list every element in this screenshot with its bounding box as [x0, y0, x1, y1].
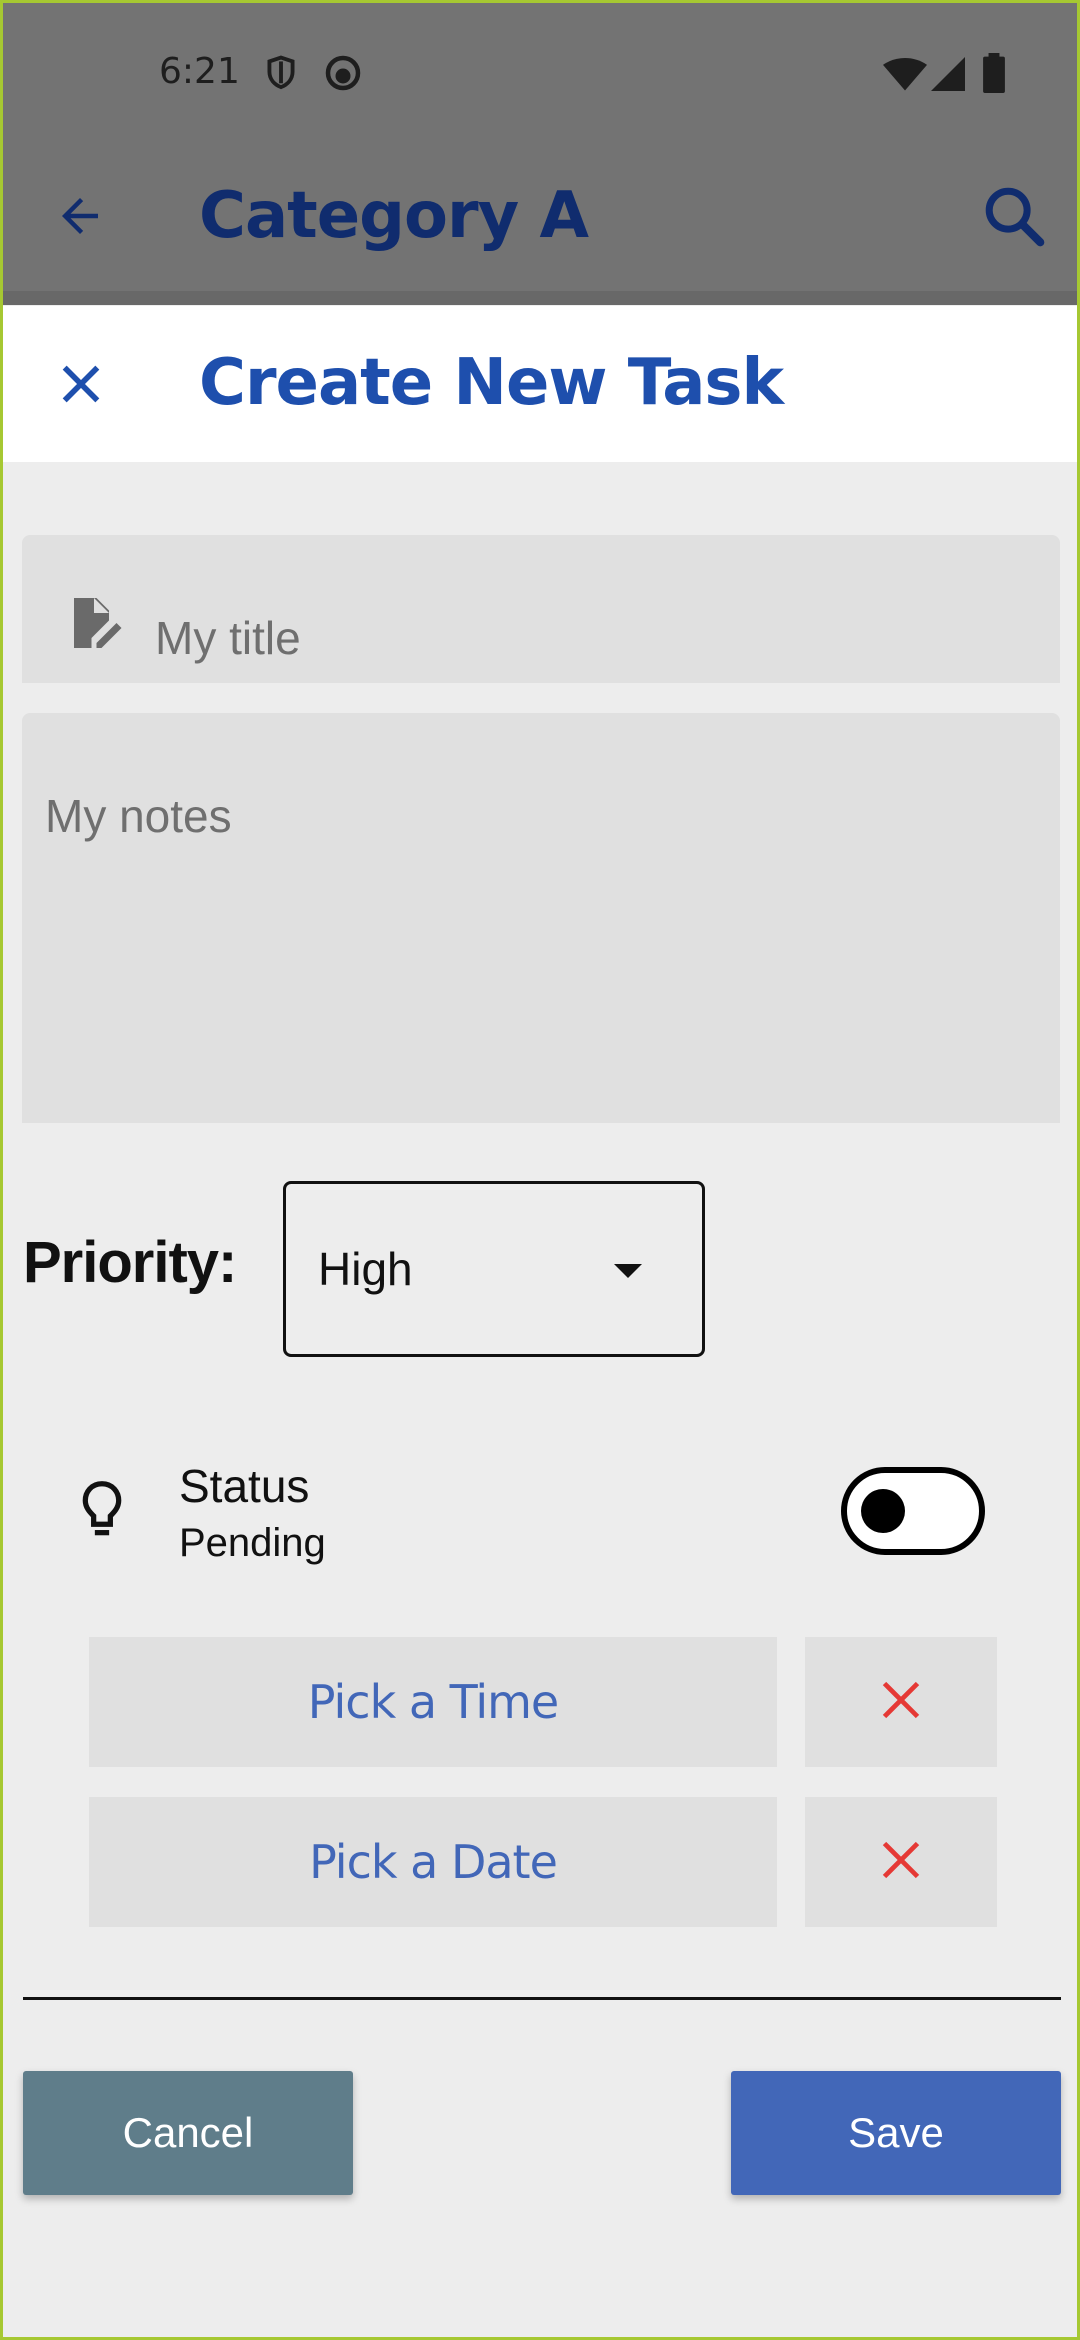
divider	[23, 1997, 1061, 2000]
status-title: Status	[179, 1460, 310, 1512]
dialog-title: Create New Task	[199, 346, 784, 420]
status-toggle[interactable]	[841, 1467, 985, 1555]
toggle-knob	[861, 1489, 905, 1533]
edit-document-icon	[64, 593, 124, 658]
save-button[interactable]: Save	[731, 2071, 1061, 2195]
battery-icon	[983, 53, 1005, 98]
close-icon[interactable]	[53, 356, 109, 417]
status-value: Pending	[179, 1521, 326, 1565]
priority-label: Priority:	[23, 1230, 237, 1295]
page-title: Category A	[199, 179, 589, 253]
clear-date-button[interactable]	[805, 1797, 997, 1927]
notes-field[interactable]: My notes	[22, 713, 1060, 1123]
pick-date-button[interactable]: Pick a Date	[89, 1797, 777, 1927]
clear-icon	[879, 1838, 923, 1887]
app-bar: Category A	[3, 143, 1077, 305]
priority-value: High	[318, 1243, 413, 1295]
dialog-header: Create New Task	[3, 306, 1077, 462]
status-bar: 6:21	[3, 3, 1077, 143]
priority-dropdown[interactable]: High	[283, 1181, 705, 1357]
pick-time-button[interactable]: Pick a Time	[89, 1637, 777, 1767]
search-icon[interactable]	[979, 181, 1049, 256]
wifi-icon	[883, 57, 927, 96]
face-icon	[325, 55, 361, 96]
clear-icon	[879, 1678, 923, 1727]
status-time: 6:21	[159, 51, 240, 92]
cancel-button[interactable]: Cancel	[23, 2071, 353, 2195]
back-icon[interactable]	[53, 189, 107, 248]
shield-icon	[265, 55, 297, 96]
dropdown-arrow-icon	[614, 1264, 642, 1278]
title-placeholder: My title	[155, 612, 301, 664]
signal-icon	[931, 57, 965, 96]
notes-placeholder: My notes	[45, 790, 232, 842]
title-field[interactable]: My title	[22, 535, 1060, 683]
clear-time-button[interactable]	[805, 1637, 997, 1767]
lightbulb-icon	[77, 1479, 127, 1546]
